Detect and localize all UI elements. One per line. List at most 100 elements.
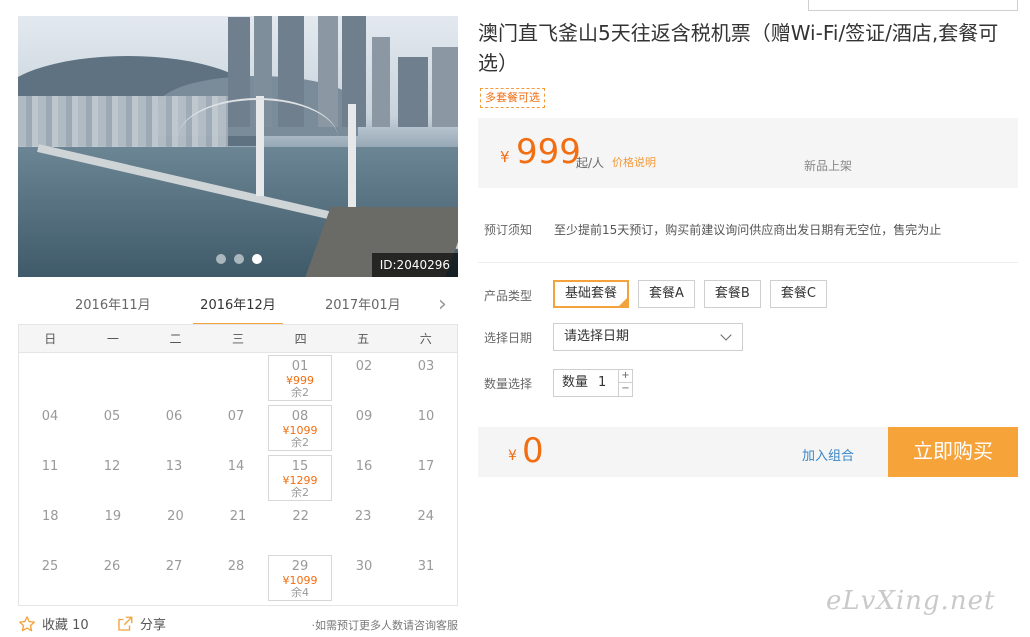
- calendar-day: 31: [395, 553, 457, 603]
- calendar-day: 14: [205, 453, 267, 503]
- calendar-week: 25 26 27 28 29 ¥1099 余4 30 31: [19, 553, 457, 603]
- day-number: 08: [291, 409, 309, 424]
- favorite-label: 收藏 10: [42, 618, 89, 633]
- date-select[interactable]: 请选择日期: [553, 323, 743, 351]
- calendar-day-available[interactable]: 08 ¥1099 余2: [268, 405, 332, 451]
- calendar-day: 06: [143, 403, 205, 453]
- calendar-day: 10: [395, 403, 457, 453]
- package-option-basic[interactable]: 基础套餐: [553, 280, 630, 308]
- package-option-c[interactable]: 套餐C: [769, 280, 827, 308]
- price-value: 999: [516, 132, 581, 172]
- price-note-link[interactable]: 价格说明: [612, 154, 656, 170]
- weekday-label: 二: [169, 332, 182, 346]
- calendar-day: 30: [333, 553, 395, 603]
- day-remaining: 余2: [291, 386, 309, 399]
- weekday-label: 五: [357, 332, 370, 346]
- carousel-dot-active[interactable]: [252, 254, 262, 264]
- photo-id-label: ID:2040296: [371, 253, 458, 277]
- calendar-grid: 01 ¥999 余2 02 03 04 05 06 07 08 ¥1099 余2 09 10 11 12 13 1…: [19, 353, 457, 603]
- weekday-label: 三: [232, 332, 245, 346]
- buy-bar: ¥ 0 加入组合 立即购买: [478, 427, 1018, 477]
- day-number: 04: [41, 409, 59, 424]
- month-tab[interactable]: 2017年01月: [325, 288, 401, 326]
- share-button[interactable]: 分享: [116, 614, 166, 633]
- calendar-day: 03: [395, 353, 457, 403]
- total-currency: ¥: [508, 448, 517, 464]
- package-option-a[interactable]: 套餐A: [638, 280, 695, 308]
- calendar-day: 22: [269, 503, 332, 553]
- photo-cable: [178, 98, 338, 178]
- product-photo[interactable]: ID:2040296: [18, 16, 458, 277]
- calendar-day: 25: [19, 553, 81, 603]
- calendar-day: 27: [143, 553, 205, 603]
- carousel-dot[interactable]: [216, 254, 226, 264]
- weekday-header: 日 一 二 三 四 五 六: [19, 325, 457, 353]
- calendar-day: 12: [81, 453, 143, 503]
- total-price: 0: [522, 431, 544, 471]
- calendar-week: 01 ¥999 余2 02 03: [19, 353, 457, 403]
- calendar-day-available[interactable]: 01 ¥999 余2: [268, 355, 332, 401]
- calendar-day: [205, 353, 267, 403]
- photo-footer: 收藏 10 分享 ·如需预订更多人数请咨询客服: [18, 614, 458, 636]
- calendar-day: 11: [19, 453, 81, 503]
- day-number: 21: [229, 509, 247, 524]
- weekday-label: 日: [44, 332, 57, 346]
- calendar-week: 18 19 20 21 22 23 24: [19, 503, 457, 553]
- day-number: 31: [417, 559, 435, 574]
- package-option-b[interactable]: 套餐B: [703, 280, 761, 308]
- day-remaining: 余2: [291, 486, 309, 499]
- day-number: 13: [165, 459, 183, 474]
- day-number: 18: [42, 509, 59, 524]
- month-tabs: 2016年11月 2016年12月 2017年01月 ›: [18, 288, 458, 326]
- qty-increment-button[interactable]: +: [618, 370, 632, 383]
- month-tab[interactable]: 2016年11月: [75, 288, 151, 326]
- price-box: ¥ 999 起/人 价格说明 新品上架: [478, 118, 1018, 188]
- calendar-day: 18: [19, 503, 82, 553]
- calendar-day: 17: [395, 453, 457, 503]
- qty-decrement-button[interactable]: −: [618, 383, 632, 396]
- chevron-right-icon[interactable]: ›: [438, 294, 452, 316]
- day-number: 27: [165, 559, 183, 574]
- calendar-day: 19: [82, 503, 145, 553]
- day-number: 17: [417, 459, 435, 474]
- day-number: 26: [103, 559, 121, 574]
- favorite-button[interactable]: 收藏 10: [18, 614, 89, 633]
- day-number: 10: [417, 409, 435, 424]
- calendar-day: 07: [205, 403, 267, 453]
- watermark-logo: eLvXing.net: [826, 586, 996, 616]
- consult-text: ·如需预订更多人数请咨询客服: [311, 619, 459, 632]
- chevron-down-icon: [720, 329, 732, 341]
- calendar-day: 23: [332, 503, 395, 553]
- day-number: 01: [291, 359, 309, 374]
- calendar-day: 26: [81, 553, 143, 603]
- photo-pylon: [348, 104, 356, 224]
- month-tab-active[interactable]: 2016年12月: [193, 288, 283, 326]
- photo-tower: [318, 16, 338, 127]
- calendar-day-available[interactable]: 15 ¥1299 余2: [268, 455, 332, 501]
- photo-tower: [398, 57, 428, 127]
- weekday-label: 四: [294, 332, 307, 346]
- day-number: 24: [417, 509, 435, 524]
- calendar-week: 11 12 13 14 15 ¥1299 余2 16 17: [19, 453, 457, 503]
- calendar-day: 09: [333, 403, 395, 453]
- calendar-day: 24: [394, 503, 457, 553]
- notice-text: 至少提前15天预订，购买前建议询问供应商出发日期有无空位，售完为止: [554, 223, 942, 237]
- day-remaining: 余4: [291, 586, 309, 599]
- quantity-stepper[interactable]: 数量 1 + −: [553, 369, 633, 397]
- carousel-dot[interactable]: [234, 254, 244, 264]
- day-number: 07: [227, 409, 245, 424]
- date-select-value: 请选择日期: [564, 329, 630, 344]
- day-number: 23: [354, 509, 372, 524]
- buy-now-button[interactable]: 立即购买: [888, 427, 1018, 477]
- photo-tower: [372, 37, 390, 127]
- day-number: 19: [104, 509, 122, 524]
- qty-label: 数量选择: [484, 377, 533, 391]
- day-number: 15: [291, 459, 309, 474]
- price-currency: ¥: [500, 148, 510, 166]
- calendar-day-available[interactable]: 29 ¥1099 余4: [268, 555, 332, 601]
- add-combo-link[interactable]: 加入组合: [802, 445, 854, 464]
- day-number: 25: [41, 559, 59, 574]
- calendar-day: [81, 353, 143, 403]
- weekday-label: 六: [419, 332, 432, 346]
- calendar-day: 02: [333, 353, 395, 403]
